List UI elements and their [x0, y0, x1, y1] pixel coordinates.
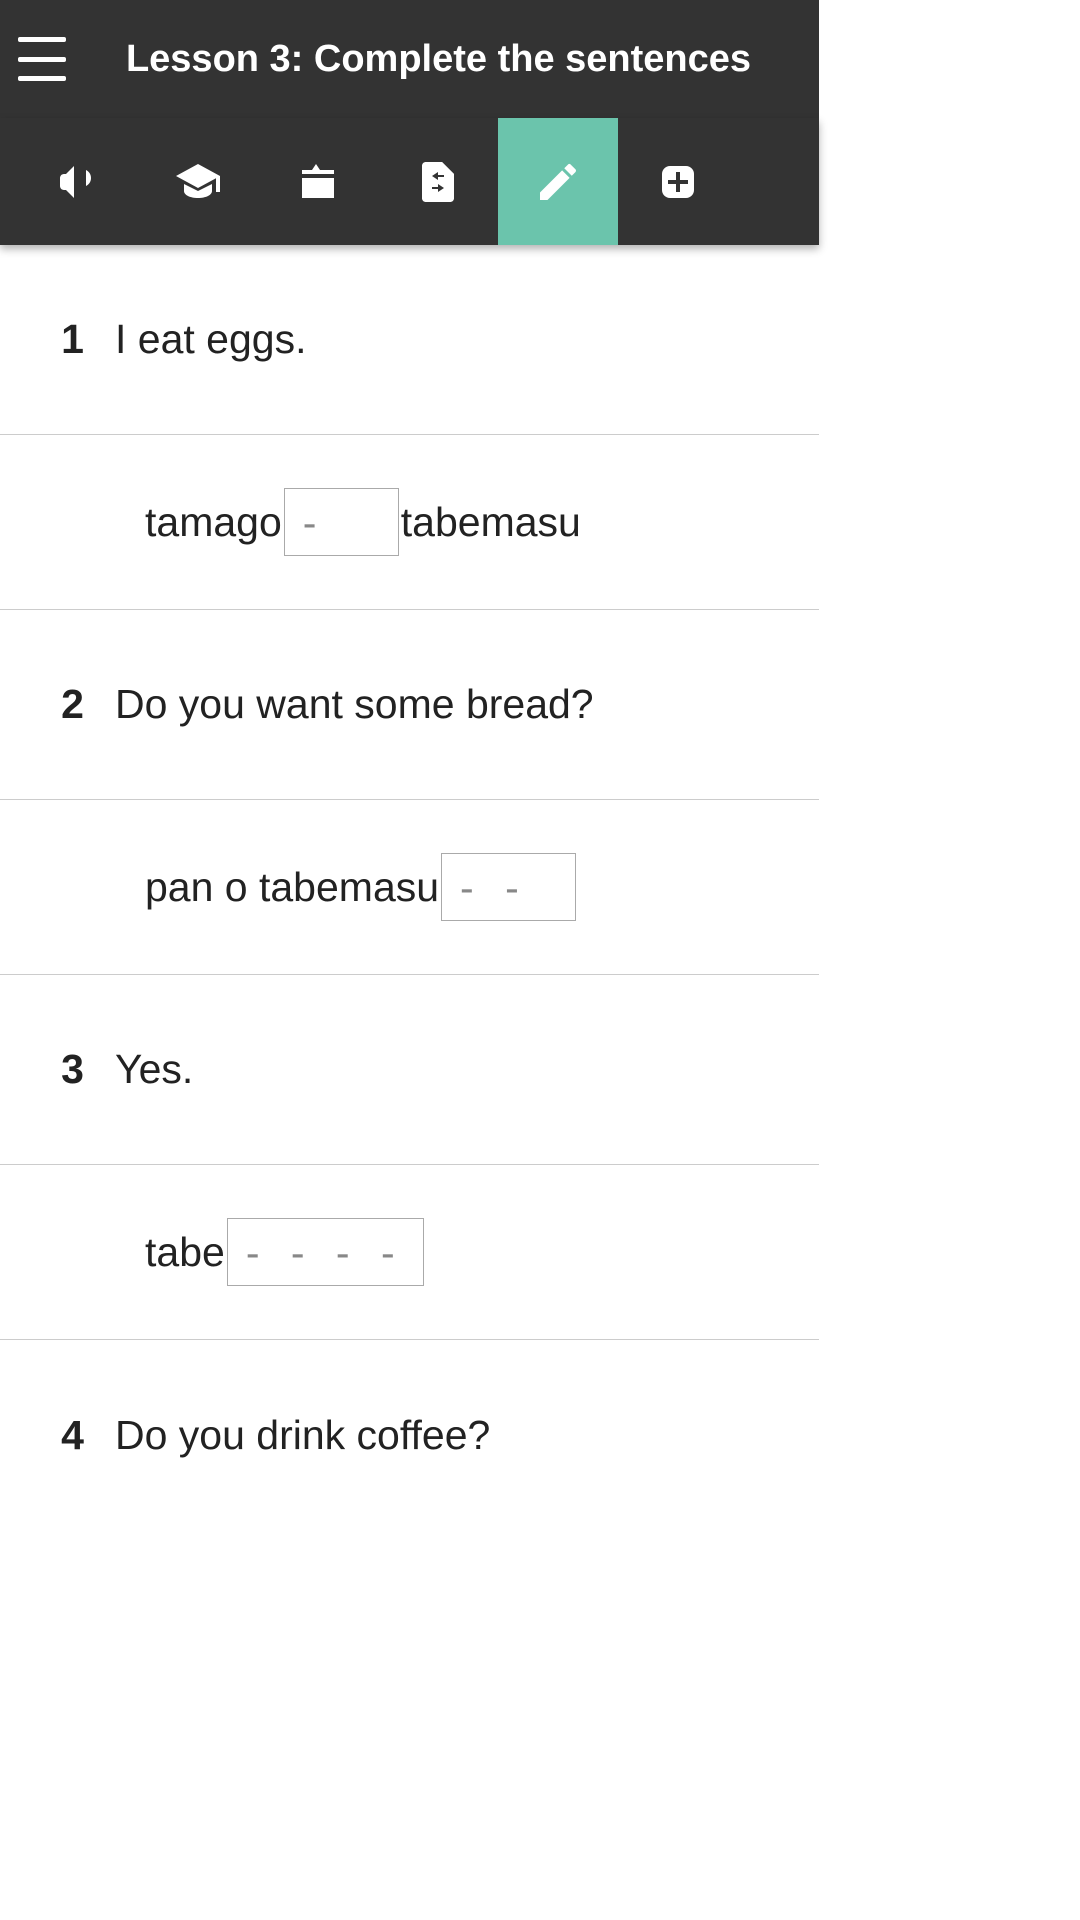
answer-after: tabemasu: [401, 499, 581, 546]
question-row-1: 1 I eat eggs.: [0, 245, 819, 435]
tab-swap[interactable]: [378, 118, 498, 245]
question-number: 3: [30, 1046, 115, 1093]
question-prompt: Do you drink coffee?: [115, 1412, 490, 1459]
question-row-2: 2 Do you want some bread?: [0, 610, 819, 800]
tab-graduation[interactable]: [138, 118, 258, 245]
graduation-cap-icon: [174, 158, 222, 206]
question-prompt: I eat eggs.: [115, 316, 306, 363]
question-row-3: 3 Yes.: [0, 975, 819, 1165]
tab-box[interactable]: [258, 118, 378, 245]
blank-input-2[interactable]: - -: [441, 853, 576, 921]
blank-input-3[interactable]: - - - -: [227, 1218, 424, 1286]
box-icon: [294, 158, 342, 206]
question-number: 1: [30, 316, 115, 363]
answer-before: tamago: [145, 499, 282, 546]
answer-row-2: pan o tabemasu - -: [0, 800, 819, 975]
tab-plus[interactable]: [618, 118, 738, 245]
header: Lesson 3: Complete the sentences: [0, 0, 819, 118]
page-title: Lesson 3: Complete the sentences: [116, 38, 761, 81]
question-prompt: Do you want some bread?: [115, 681, 594, 728]
tab-bar: [0, 118, 819, 245]
answer-before: pan o tabemasu: [145, 864, 439, 911]
pencil-icon: [534, 158, 582, 206]
tab-megaphone[interactable]: [18, 118, 138, 245]
question-prompt: Yes.: [115, 1046, 193, 1093]
question-row-4: 4 Do you drink coffee?: [0, 1340, 819, 1530]
answer-before: tabe: [145, 1229, 225, 1276]
blank-input-1[interactable]: -: [284, 488, 399, 556]
question-number: 2: [30, 681, 115, 728]
tab-pencil[interactable]: [498, 118, 618, 245]
plus-icon: [654, 158, 702, 206]
megaphone-icon: [54, 158, 102, 206]
content-area: 1 I eat eggs. tamago - tabemasu 2 Do you…: [0, 245, 819, 1530]
swap-icon: [414, 158, 462, 206]
answer-row-3: tabe - - - -: [0, 1165, 819, 1340]
answer-row-1: tamago - tabemasu: [0, 435, 819, 610]
question-number: 4: [30, 1412, 115, 1459]
menu-icon[interactable]: [18, 37, 66, 81]
